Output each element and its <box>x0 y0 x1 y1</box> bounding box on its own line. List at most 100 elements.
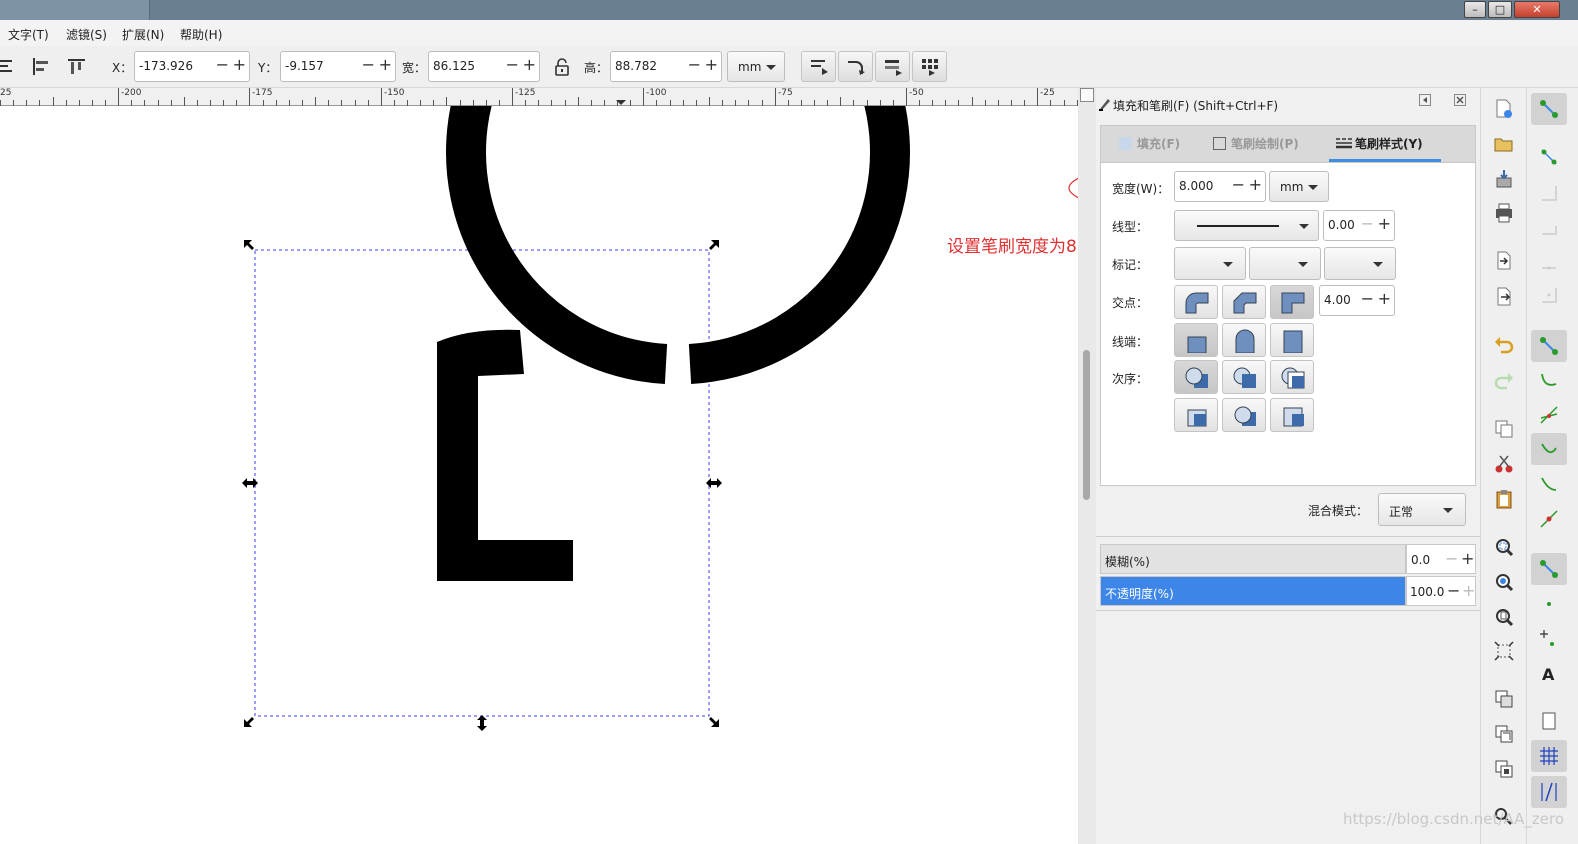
decrement-icon[interactable]: − <box>362 55 375 74</box>
snap-intersection-icon[interactable] <box>1538 404 1560 426</box>
decrement-icon[interactable]: − <box>1361 214 1374 233</box>
end-marker-dropdown[interactable] <box>1324 247 1396 280</box>
decrement-icon[interactable]: − <box>1447 581 1460 600</box>
transform-corners-button[interactable] <box>838 51 873 82</box>
scrollbar-thumb[interactable] <box>1083 350 1090 500</box>
transform-stroke-button[interactable] <box>801 51 836 82</box>
stroke-width-field[interactable]: 8.000 − + <box>1174 171 1266 202</box>
canvas-scrollbar[interactable] <box>1078 88 1096 844</box>
logo-ring[interactable] <box>446 106 910 384</box>
document-tab[interactable] <box>0 0 150 20</box>
increment-icon[interactable]: + <box>1378 214 1391 233</box>
snap-text-baseline-icon[interactable]: A <box>1538 662 1560 684</box>
panel-collapse-icon[interactable] <box>1419 94 1431 106</box>
snap-page-border-icon[interactable] <box>1538 710 1560 732</box>
paste-icon[interactable] <box>1493 488 1515 510</box>
blend-mode-dropdown[interactable]: 正常 <box>1378 493 1466 526</box>
logo-drawing[interactable] <box>0 106 1078 844</box>
increment-icon[interactable]: + <box>379 55 392 74</box>
snap-midpoint-icon[interactable] <box>1538 508 1560 530</box>
x-field[interactable]: -173.926 − + <box>134 51 250 82</box>
stroke-unit-dropdown[interactable]: mm <box>1269 171 1329 202</box>
print-icon[interactable] <box>1493 202 1515 224</box>
snap-paths-icon[interactable] <box>1538 370 1560 392</box>
align-icon[interactable] <box>0 58 14 76</box>
decrement-icon[interactable]: − <box>1361 289 1374 308</box>
start-marker-dropdown[interactable] <box>1174 247 1246 280</box>
zoom-drawing-icon[interactable] <box>1493 571 1515 593</box>
width-field[interactable]: 86.125 − + <box>428 51 540 82</box>
miter-limit-field[interactable]: 4.00 − + <box>1319 285 1395 316</box>
minimize-button[interactable]: – <box>1464 1 1486 18</box>
order-stroke-fill-markers-button[interactable] <box>1222 360 1266 394</box>
open-folder-icon[interactable] <box>1493 133 1515 155</box>
tab-fill[interactable]: 填充(F) <box>1119 135 1180 152</box>
join-bevel-button[interactable] <box>1222 285 1266 319</box>
close-window-button[interactable]: ✕ <box>1514 1 1560 18</box>
cut-icon[interactable] <box>1493 453 1515 475</box>
unit-dropdown[interactable]: mm <box>727 51 785 82</box>
snap-corner-icon[interactable] <box>1080 88 1094 102</box>
order-fill-stroke-markers-button[interactable] <box>1174 360 1218 394</box>
snap-bbox-center-icon[interactable] <box>1538 284 1560 306</box>
unlink-clone-icon[interactable] <box>1493 758 1515 780</box>
snap-bbox-icon[interactable] <box>1538 146 1560 168</box>
dash-offset-field[interactable]: 0.00 − + <box>1323 210 1395 241</box>
order-stroke-markers-fill-button[interactable] <box>1222 398 1266 432</box>
increment-icon[interactable]: + <box>1461 549 1474 568</box>
decrement-icon[interactable]: − <box>1445 549 1458 568</box>
cap-butt-button[interactable] <box>1174 323 1218 357</box>
join-round-button[interactable] <box>1174 285 1218 319</box>
decrement-icon[interactable]: − <box>216 55 229 74</box>
opacity-slider[interactable]: 不透明度(%) <box>1100 576 1406 606</box>
decrement-icon[interactable]: − <box>688 55 701 74</box>
lock-icon[interactable] <box>554 58 570 76</box>
import-icon[interactable] <box>1493 250 1515 272</box>
menu-filters[interactable]: 滤镜(S) <box>66 26 107 43</box>
order-markers-fill-stroke-button[interactable] <box>1270 360 1314 394</box>
snap-bbox-edge-icon[interactable] <box>1538 182 1560 204</box>
increment-icon[interactable]: + <box>523 55 536 74</box>
mid-marker-dropdown[interactable] <box>1249 247 1321 280</box>
export-icon[interactable] <box>1493 286 1515 308</box>
clone-icon[interactable] <box>1493 723 1515 745</box>
menu-extensions[interactable]: 扩展(N) <box>122 26 164 43</box>
blur-slider[interactable]: 模糊(%) <box>1100 544 1406 574</box>
tab-stroke-paint[interactable]: 笔刷绘制(P) <box>1213 135 1299 152</box>
zoom-page-icon[interactable] <box>1493 606 1515 628</box>
increment-icon[interactable]: + <box>1249 175 1262 194</box>
align-left-icon[interactable] <box>32 58 50 76</box>
increment-icon[interactable]: + <box>233 55 246 74</box>
decrement-icon[interactable]: − <box>506 55 519 74</box>
increment-icon[interactable]: + <box>705 55 718 74</box>
join-miter-button[interactable] <box>1270 285 1314 319</box>
transform-gradients-button[interactable] <box>875 51 910 82</box>
y-field[interactable]: -9.157 − + <box>280 51 396 82</box>
align-top-icon[interactable] <box>68 58 86 76</box>
selection-handles[interactable] <box>242 236 722 731</box>
increment-icon[interactable]: + <box>1462 581 1475 600</box>
tab-stroke-style[interactable]: 笔刷样式(Y) <box>1336 135 1423 152</box>
drawing-canvas[interactable] <box>0 106 1078 844</box>
height-field[interactable]: 88.782 − + <box>610 51 722 82</box>
undo-icon[interactable] <box>1493 334 1515 356</box>
redo-icon[interactable] <box>1493 370 1515 392</box>
menu-help[interactable]: 帮助(H) <box>180 26 222 43</box>
snap-center-icon[interactable] <box>1538 593 1560 615</box>
transform-patterns-button[interactable] <box>912 51 947 82</box>
cap-round-button[interactable] <box>1222 323 1266 357</box>
maximize-button[interactable]: □ <box>1488 1 1512 18</box>
save-icon[interactable] <box>1493 168 1515 190</box>
order-markers-stroke-fill-button[interactable] <box>1270 398 1314 432</box>
copy-icon[interactable] <box>1493 418 1515 440</box>
zoom-page-width-icon[interactable] <box>1493 640 1515 662</box>
decrement-icon[interactable]: − <box>1232 175 1245 194</box>
dash-pattern-dropdown[interactable] <box>1174 210 1319 241</box>
snap-rotation-center-icon[interactable] <box>1538 628 1560 650</box>
blur-field[interactable]: 0.0 − + <box>1406 544 1476 574</box>
logo-letter[interactable] <box>437 329 573 581</box>
duplicate-icon[interactable] <box>1493 688 1515 710</box>
new-document-icon[interactable] <box>1493 98 1515 120</box>
opacity-field[interactable]: 100.0 − + <box>1406 576 1476 606</box>
snap-bbox-corner-icon[interactable] <box>1538 216 1560 238</box>
